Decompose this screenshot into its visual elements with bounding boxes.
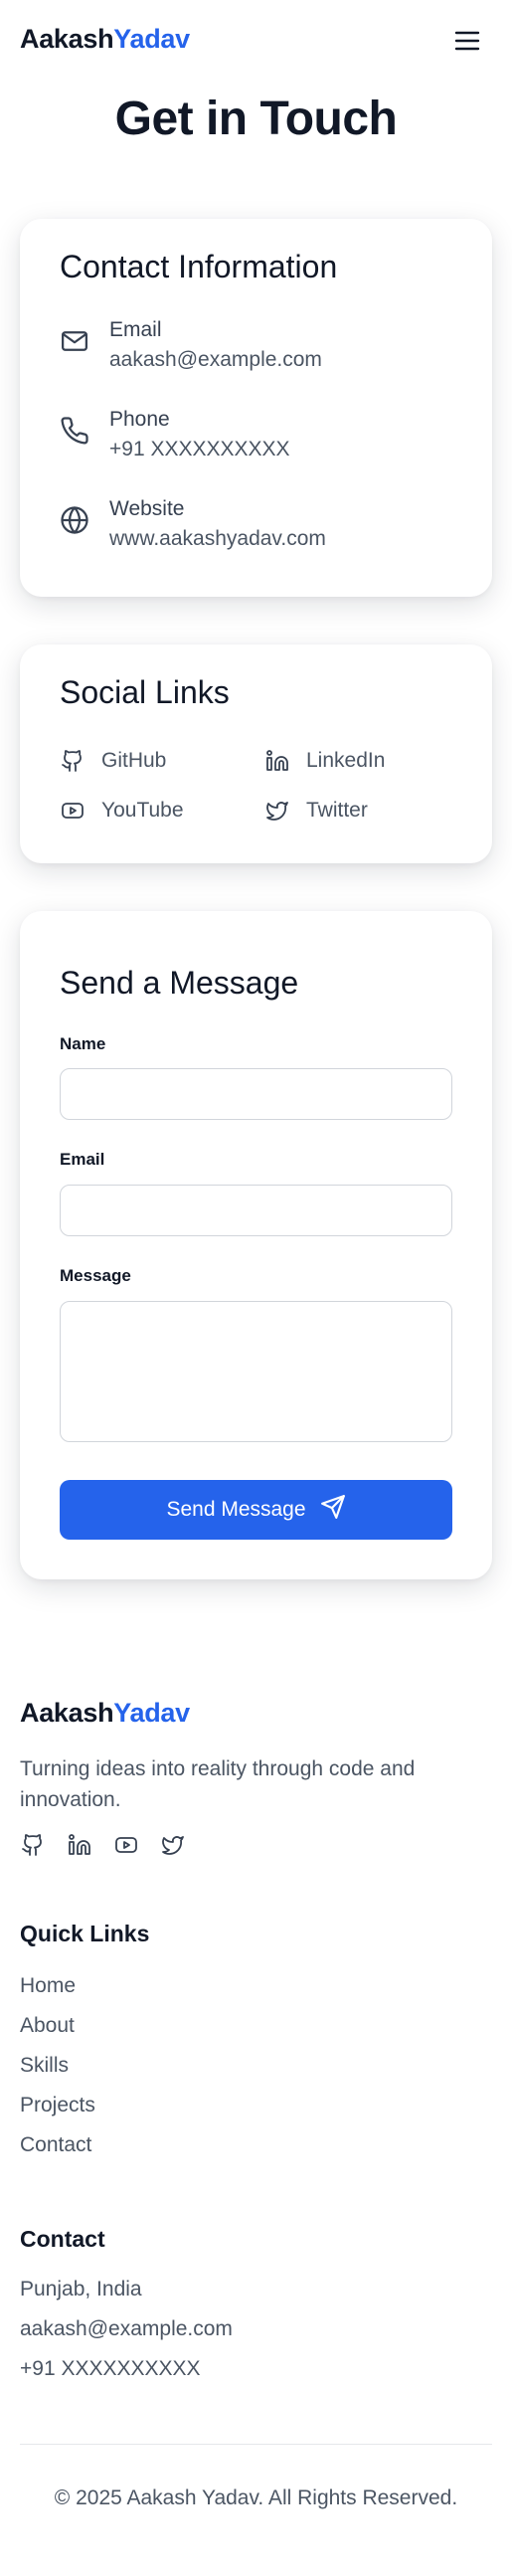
email-input[interactable] <box>60 1185 452 1236</box>
quick-links-heading: Quick Links <box>20 1921 150 1946</box>
message-textarea[interactable] <box>60 1301 452 1442</box>
logo-last-name: Yadav <box>113 24 190 54</box>
email-label: Email <box>109 318 162 341</box>
footer-email[interactable]: aakash@example.com <box>20 2317 233 2341</box>
youtube-icon <box>60 798 85 824</box>
social-link-label: YouTube <box>101 799 184 822</box>
message-label: Message <box>60 1266 131 1285</box>
social-links-title: Social Links <box>60 674 230 710</box>
page-title: Get in Touch <box>114 92 398 145</box>
send-icon <box>320 1494 346 1526</box>
globe-icon <box>60 505 89 535</box>
logo-first-name: Aakash <box>20 24 114 54</box>
youtube-icon[interactable] <box>113 1832 139 1858</box>
hamburger-menu-icon[interactable] <box>449 24 485 58</box>
linkedin-icon <box>264 748 290 774</box>
social-link-label: Twitter <box>306 799 368 822</box>
mail-icon <box>60 326 89 356</box>
social-link-twitter[interactable]: Twitter <box>264 794 368 828</box>
contact-website-row: Website www.aakashyadav.com <box>60 497 457 567</box>
social-link-label: GitHub <box>101 749 167 772</box>
footer-link-projects[interactable]: Projects <box>20 2094 95 2117</box>
footer-link-skills[interactable]: Skills <box>20 2054 69 2078</box>
footer-location: Punjab, India <box>20 2278 142 2300</box>
send-message-title: Send a Message <box>60 965 299 1001</box>
footer-logo[interactable]: AakashYadav <box>20 1698 190 1729</box>
social-link-label: LinkedIn <box>306 749 386 772</box>
website-value[interactable]: www.aakashyadav.com <box>109 527 326 551</box>
contact-heading: Contact <box>20 2226 105 2252</box>
footer-link-contact[interactable]: Contact <box>20 2133 91 2157</box>
contact-information-title: Contact Information <box>60 249 338 284</box>
footer-logo-first: Aakash <box>20 1698 114 1728</box>
contact-email-row: Email aakash@example.com <box>60 318 457 388</box>
phone-label: Phone <box>109 408 170 431</box>
send-message-card: Send a Message Name Email Message Send M… <box>20 911 492 1579</box>
linkedin-icon[interactable] <box>67 1832 92 1858</box>
social-link-youtube[interactable]: YouTube <box>60 794 184 828</box>
footer-social-icons <box>20 1832 186 1858</box>
email-label: Email <box>60 1150 105 1169</box>
social-links-card: Social Links GitHub LinkedIn YouTube Twi… <box>20 644 492 863</box>
github-icon <box>60 748 85 774</box>
name-label: Name <box>60 1034 106 1053</box>
contact-information-card: Contact Information Email aakash@example… <box>20 219 492 597</box>
phone-value: +91 XXXXXXXXXX <box>109 438 290 460</box>
email-value: aakash@example.com <box>109 348 322 371</box>
send-message-button[interactable]: Send Message <box>60 1480 452 1540</box>
social-link-linkedin[interactable]: LinkedIn <box>264 744 385 778</box>
footer-phone: +91 XXXXXXXXXX <box>20 2357 201 2380</box>
contact-phone-row: Phone +91 XXXXXXXXXX <box>60 408 457 477</box>
github-icon[interactable] <box>20 1832 46 1858</box>
social-link-github[interactable]: GitHub <box>60 744 166 778</box>
site-header: AakashYadav <box>0 0 512 80</box>
footer-logo-last: Yadav <box>113 1698 190 1728</box>
site-logo[interactable]: AakashYadav <box>20 24 190 55</box>
send-message-label: Send Message <box>166 1498 306 1521</box>
footer-link-home[interactable]: Home <box>20 1974 76 1998</box>
copyright-text: © 2025 Aakash Yadav. All Rights Reserved… <box>54 2486 458 2509</box>
phone-icon <box>60 416 89 446</box>
twitter-icon <box>264 798 290 824</box>
footer-divider <box>20 2444 492 2445</box>
website-label: Website <box>109 497 185 520</box>
twitter-icon[interactable] <box>160 1832 186 1858</box>
footer-tagline: Turning ideas into reality through code … <box>20 1757 416 1811</box>
name-input[interactable] <box>60 1068 452 1120</box>
footer-link-about[interactable]: About <box>20 2014 75 2038</box>
